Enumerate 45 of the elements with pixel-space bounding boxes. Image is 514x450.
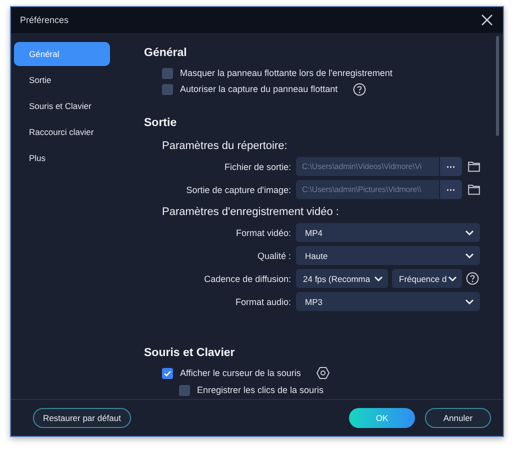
field-label: Cadence de diffusion:: [203, 274, 292, 284]
field-label: Format vidéo:: [234, 228, 292, 238]
sidebar-item[interactable]: Plus: [14, 146, 110, 170]
checkbox-label: Autoriser la capture du panneau flottant: [180, 84, 338, 94]
checkbox[interactable]: [179, 384, 190, 396]
help-icon[interactable]: [352, 82, 366, 96]
sidebar-item[interactable]: Souris et Clavier: [14, 94, 110, 118]
window-title: Préférences: [20, 15, 70, 25]
browse-button[interactable]: ···: [439, 157, 462, 176]
checkbox[interactable]: [162, 68, 173, 78]
field-label: Qualité :: [256, 250, 292, 260]
chevron-down-icon: [448, 276, 457, 282]
chevron-down-icon: [465, 230, 474, 236]
dropdown[interactable]: 24 fps (Recomma: [296, 269, 388, 288]
browse-button[interactable]: ···: [439, 180, 462, 199]
checkbox-label: Enregistrer les clics de la souris: [197, 385, 324, 395]
field-label: Fichier de sortie:: [223, 162, 292, 172]
dropdown[interactable]: Haute: [296, 246, 480, 265]
reset-button[interactable]: Restaurer par défaut: [33, 408, 131, 428]
scrollbar-thumb[interactable]: [496, 36, 499, 136]
section-heading: Sortie: [144, 116, 178, 131]
subsection-heading: Paramètres du répertoire:: [161, 139, 288, 154]
chevron-down-icon: [465, 298, 474, 304]
cancel-button[interactable]: Annuler: [425, 408, 491, 428]
subsection-heading: Paramètres d'enregistrement vidéo :: [161, 205, 340, 220]
dropdown[interactable]: MP3: [296, 292, 480, 311]
section-heading: Général: [144, 46, 188, 61]
section-heading: Souris et Clavier: [144, 346, 236, 361]
folder-icon[interactable]: [468, 184, 480, 195]
field-label: Format audio:: [234, 296, 292, 306]
field-label: Sortie de capture d'image:: [185, 184, 292, 194]
dropdown[interactable]: MP4: [296, 223, 480, 242]
checkbox[interactable]: [162, 368, 173, 378]
checkbox[interactable]: [162, 84, 173, 94]
close-icon[interactable]: [481, 14, 493, 26]
sidebar-item[interactable]: Raccourci clavier: [14, 120, 110, 144]
hexagon-settings-icon[interactable]: [316, 366, 330, 380]
checkbox-label: Masquer la panneau flottante lors de l'enregistrement: [180, 68, 392, 78]
dropdown[interactable]: Fréquence d: [392, 269, 462, 288]
sidebar-item[interactable]: Sortie: [14, 68, 110, 92]
chevron-down-icon: [374, 276, 383, 282]
folder-icon[interactable]: [468, 161, 480, 172]
chevron-down-icon: [465, 252, 474, 258]
help-icon[interactable]: [466, 272, 479, 285]
checkbox-label: Afficher le curseur de la souris: [180, 368, 301, 378]
